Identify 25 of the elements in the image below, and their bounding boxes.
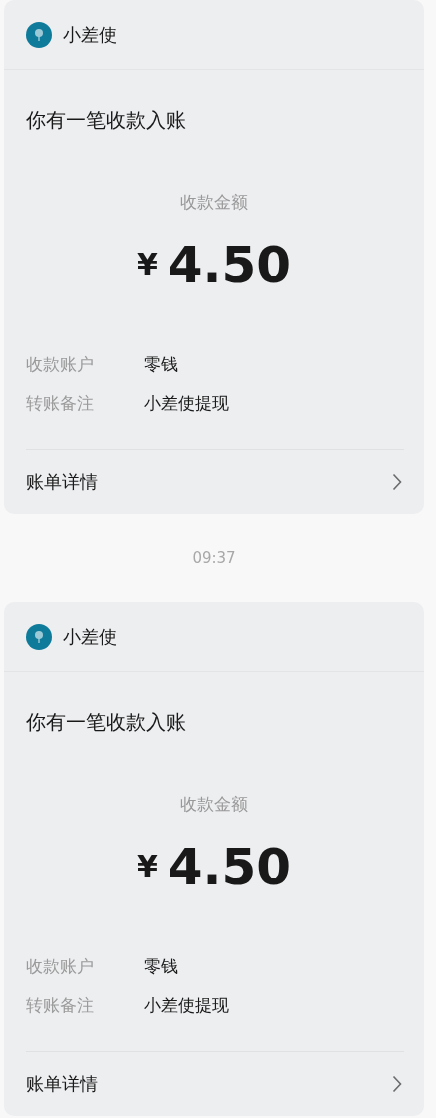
currency-symbol: ¥ [136,247,158,283]
sender-name: 小差使 [63,22,117,47]
amount-label: 收款金额 [179,793,249,816]
detail-value: 小差使提现 [144,994,229,1017]
bill-details-link[interactable]: 账单详情 [4,450,424,514]
detail-value: 小差使提现 [144,392,229,415]
message-title: 你有一笔收款入账 [26,107,187,134]
amount-label: 收款金额 [179,191,249,214]
chevron-icon [392,1075,402,1093]
timestamp: 09:37 [191,548,237,569]
message-title: 你有一笔收款入账 [26,709,187,736]
avatar-icon [26,21,52,48]
detail-label: 收款账户 [26,353,95,376]
detail-value: 零钱 [144,955,178,978]
amount-value: 4.50 [167,837,292,897]
amount-value: 4.50 [167,235,292,295]
detail-label: 转账备注 [26,994,95,1017]
avatar-icon [26,623,52,650]
detail-label: 转账备注 [26,392,95,415]
bill-details-link[interactable]: 账单详情 [4,1052,424,1116]
sender-name: 小差使 [63,624,117,649]
detail-value: 零钱 [144,353,178,376]
chevron-icon [392,473,402,491]
currency-symbol: ¥ [136,849,158,885]
detail-label: 收款账户 [26,955,95,978]
